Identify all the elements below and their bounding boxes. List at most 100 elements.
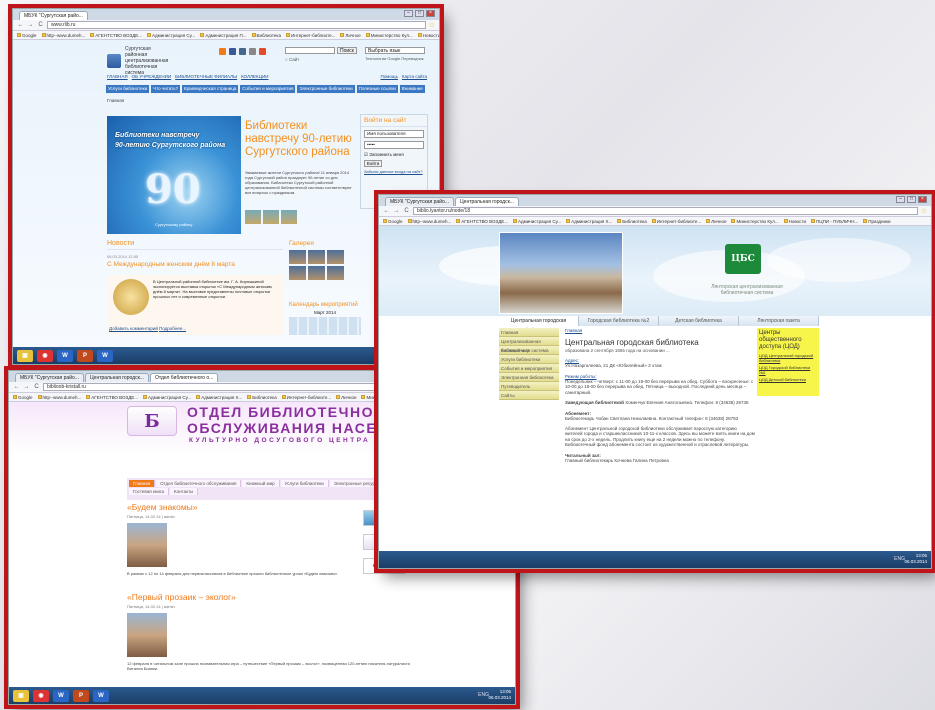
bookmark-star-icon[interactable]: ☆ bbox=[429, 21, 435, 29]
nav-item[interactable]: События и мероприятия bbox=[240, 85, 296, 93]
breadcrumb[interactable]: Главная bbox=[107, 98, 124, 103]
gallery-photo[interactable] bbox=[289, 266, 306, 280]
browser-tab[interactable]: Центральная городск... bbox=[454, 197, 519, 206]
bookmark-item[interactable]: АГЕНТСТВО ВОЗДЕ... bbox=[456, 219, 508, 224]
word-doc-icon[interactable]: W bbox=[93, 689, 109, 702]
calendar-grid[interactable] bbox=[289, 317, 361, 335]
bookmark-item[interactable]: http--www.dumeh... bbox=[41, 33, 85, 38]
bookmark-item[interactable]: Администрация Х... bbox=[566, 219, 612, 224]
post-title[interactable]: «Первый прозаик – эколог» bbox=[127, 592, 357, 602]
bookmark-item[interactable]: Google bbox=[17, 33, 37, 38]
bookmark-item[interactable]: Новости bbox=[417, 33, 439, 38]
vk-icon[interactable] bbox=[239, 48, 246, 55]
bookmark-item[interactable]: Интернет-библиоте... bbox=[651, 219, 701, 224]
clock[interactable]: 13:05 06.03.2014 bbox=[488, 689, 511, 701]
left-menu-item[interactable]: События и мероприятия bbox=[499, 364, 559, 373]
tray-lang[interactable]: ENG bbox=[478, 692, 489, 698]
top-link[interactable]: Карта сайта bbox=[402, 74, 427, 79]
gallery-photo[interactable] bbox=[327, 250, 344, 264]
calendar-month[interactable]: Март 2014 bbox=[289, 310, 361, 315]
bookmark-item[interactable]: Министерство Кул... bbox=[365, 33, 413, 38]
minimize-icon[interactable]: – bbox=[896, 196, 905, 203]
left-menu-item[interactable]: Книжный мир bbox=[499, 346, 559, 355]
bookmark-item[interactable]: Администрация П... bbox=[200, 33, 247, 38]
bookmark-item[interactable]: Google bbox=[13, 395, 33, 400]
cbs-logo[interactable]: ЦБС bbox=[725, 244, 761, 274]
gallery-photo[interactable] bbox=[327, 266, 344, 280]
gallery-photo[interactable] bbox=[289, 250, 306, 264]
forgot-link[interactable]: Забыли данные входа на сайт? bbox=[364, 169, 424, 174]
bookmark-item[interactable]: Новости bbox=[783, 219, 806, 224]
powerpoint-icon[interactable]: P bbox=[73, 689, 89, 702]
search-button[interactable]: Поиск bbox=[337, 47, 357, 54]
back-icon[interactable]: ← bbox=[13, 384, 20, 391]
password-field[interactable]: ••••• bbox=[364, 141, 424, 149]
left-menu-item[interactable]: Путеводитель bbox=[499, 382, 559, 391]
bookmark-item[interactable]: Администрация Х... bbox=[196, 395, 242, 400]
breadcrumb[interactable]: Главная bbox=[565, 328, 755, 333]
top-link[interactable]: Помощь bbox=[381, 74, 398, 79]
reload-icon[interactable]: C bbox=[37, 22, 44, 29]
url-input[interactable]: www.rlib.ru bbox=[47, 21, 426, 29]
reload-icon[interactable]: C bbox=[33, 384, 40, 391]
site-logo[interactable]: Б bbox=[127, 406, 177, 436]
bookmark-item[interactable]: Личное bbox=[336, 395, 356, 400]
forward-icon[interactable]: → bbox=[27, 22, 34, 29]
nav-item[interactable]: Что читать? bbox=[151, 85, 181, 93]
bookmark-item[interactable]: http--www.dumeh... bbox=[407, 219, 451, 224]
top-link[interactable]: БИБЛИОТЕЧНЫЕ ФИЛИАЛЫ bbox=[175, 74, 237, 79]
nav-item[interactable]: Гостевая книга bbox=[129, 488, 169, 495]
bookmark-item[interactable]: http--www.dumeh... bbox=[37, 395, 81, 400]
nav-item[interactable]: Внимание bbox=[399, 85, 425, 93]
top-link[interactable]: КОЛЛЕКЦИИ bbox=[241, 74, 268, 79]
chrome-icon[interactable]: ◉ bbox=[33, 689, 49, 702]
anniversary-banner[interactable]: Библиотеки навстречу 90-летию Сургутског… bbox=[107, 116, 241, 234]
bookmark-item[interactable]: Администрация Су... bbox=[143, 395, 191, 400]
browser-window-lyantor[interactable]: МБУК "Сургутская райо... Центральная горо… bbox=[378, 194, 932, 569]
nav-item[interactable]: Контакты bbox=[169, 488, 199, 495]
bookmark-item[interactable]: Библиотека bbox=[617, 219, 647, 224]
bookmark-item[interactable]: АГЕНТСТВО ВОЗДЕ... bbox=[90, 33, 142, 38]
word-icon[interactable]: W bbox=[57, 349, 73, 362]
bookmark-item[interactable]: Министерство Кул... bbox=[731, 219, 779, 224]
reload-icon[interactable]: C bbox=[403, 208, 410, 215]
left-menu-item[interactable]: Услуги библиотеки bbox=[499, 355, 559, 364]
nav-item[interactable]: Отдел библиотечного обслуживания bbox=[156, 480, 242, 487]
nav-item[interactable]: Книжный мир bbox=[242, 480, 280, 487]
back-icon[interactable]: ← bbox=[17, 22, 24, 29]
library-tab[interactable]: Центральная городская библиотека bbox=[499, 316, 579, 334]
clock[interactable]: 13:05 06.03.2014 bbox=[904, 553, 927, 565]
nav-item[interactable]: Полезные ссылки bbox=[356, 85, 398, 93]
nav-item[interactable]: Электронные библиотеки bbox=[297, 85, 355, 93]
browser-tab[interactable]: Отдел библиотечного о... bbox=[149, 373, 219, 382]
post-image[interactable] bbox=[127, 613, 167, 657]
minimize-icon[interactable]: – bbox=[404, 10, 413, 17]
search-scope-radio[interactable]: ○ Сайт bbox=[285, 57, 299, 62]
bookmark-item[interactable]: Интернет-библиоте... bbox=[285, 33, 335, 38]
powerpoint-icon[interactable]: P bbox=[77, 349, 93, 362]
facebook-icon[interactable] bbox=[229, 48, 236, 55]
gallery-photo[interactable] bbox=[308, 250, 325, 264]
gallery-photo[interactable] bbox=[308, 266, 325, 280]
library-tab[interactable]: Лянторская газета bbox=[739, 316, 819, 326]
login-button[interactable]: Войти bbox=[364, 160, 382, 167]
bookmark-item[interactable]: Библиотека bbox=[247, 395, 277, 400]
bookmark-item[interactable]: Личное bbox=[340, 33, 361, 38]
bookmark-item[interactable]: Google bbox=[383, 219, 403, 224]
bookmark-item[interactable]: ПЦПИ - ПУБЛИЧН... bbox=[811, 219, 858, 224]
cod-link[interactable]: ЦОД Детской библиотеки bbox=[759, 377, 817, 382]
top-link[interactable]: ОБ УЧРЕЖДЕНИИ bbox=[132, 74, 172, 79]
thumbnail[interactable] bbox=[245, 210, 261, 224]
library-tab[interactable]: Детская библиотека bbox=[659, 316, 739, 326]
tray-lang[interactable]: ENG bbox=[894, 556, 905, 562]
close-icon[interactable]: × bbox=[918, 196, 927, 203]
tab-rlib[interactable]: МБУК "Сургутская райо... bbox=[19, 11, 88, 20]
word-doc-icon[interactable]: W bbox=[97, 349, 113, 362]
bookmark-item[interactable]: Библиотека bbox=[251, 33, 281, 38]
forward-icon[interactable]: → bbox=[23, 384, 30, 391]
chrome-icon[interactable]: ◉ bbox=[37, 349, 53, 362]
thumbnail[interactable] bbox=[281, 210, 297, 224]
browser-tab[interactable]: Центральная городск... bbox=[84, 373, 149, 382]
site-logo[interactable]: Сургутская районная централизованная биб… bbox=[107, 46, 173, 76]
forward-icon[interactable]: → bbox=[393, 208, 400, 215]
